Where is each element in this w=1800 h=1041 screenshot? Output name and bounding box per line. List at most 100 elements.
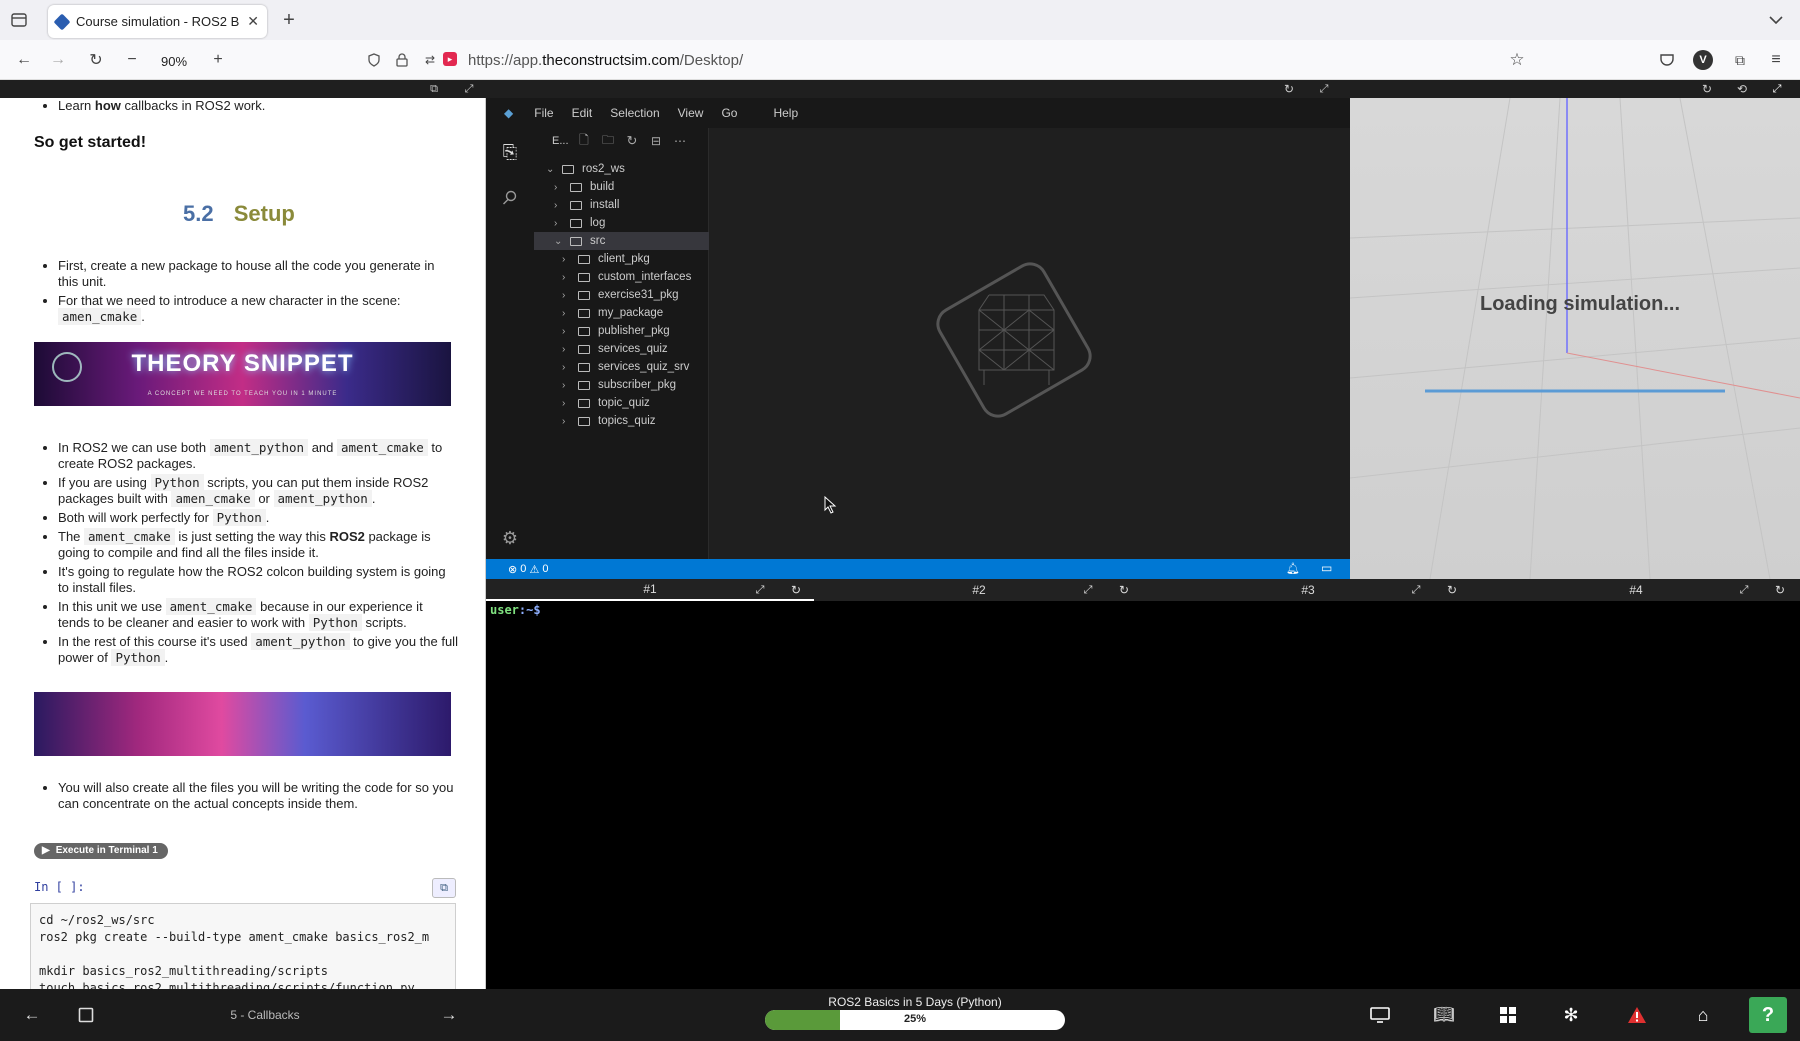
chevron-right-icon[interactable]: › (554, 218, 566, 229)
collapse-all-icon[interactable]: ⊟ (648, 133, 664, 149)
chevron-right-icon[interactable]: › (554, 200, 566, 211)
chevron-right-icon[interactable]: › (562, 416, 574, 427)
chevron-right-icon[interactable]: › (562, 344, 574, 355)
chevron-right-icon[interactable]: › (562, 254, 574, 265)
chevron-right-icon[interactable]: › (554, 182, 566, 193)
chevron-right-icon[interactable]: › (562, 362, 574, 373)
tree-folder-publisher-pkg[interactable]: › publisher_pkg (534, 322, 709, 340)
zoom-out-icon[interactable]: − (120, 48, 144, 72)
new-tab-icon[interactable]: + (277, 8, 301, 32)
pocket-icon[interactable] (1655, 48, 1679, 72)
next-unit-icon[interactable]: → (437, 1003, 461, 1027)
lock-icon[interactable] (392, 48, 412, 72)
menu-edit[interactable]: Edit (563, 106, 602, 120)
terminal-1-expand-icon[interactable]: ⤢ (752, 582, 768, 598)
menu-selection[interactable]: Selection (601, 106, 668, 120)
terminal-1[interactable]: user:~$ (486, 601, 1800, 989)
error-icon[interactable]: ⊗ (508, 563, 517, 576)
tree-folder-topics-quiz[interactable]: › topics_quiz (534, 412, 709, 430)
expand-ide-icon[interactable]: ⤢ (1317, 82, 1331, 96)
expand-simulation-icon[interactable]: ⤢ (1770, 82, 1784, 96)
zoom-level[interactable]: 90% (150, 50, 198, 72)
notifications-bell-icon[interactable]: 🔔︎ (1286, 562, 1300, 575)
warning-icon[interactable]: ⚠ (529, 563, 539, 576)
menu-help[interactable]: Help (764, 106, 807, 120)
toggle-notebook-icon[interactable] (74, 1003, 98, 1027)
ai-assistant-icon[interactable]: ✻ (1558, 1003, 1584, 1027)
warning-alert-icon[interactable] (1624, 1003, 1650, 1027)
new-file-icon[interactable]: 🗋 (576, 133, 592, 149)
tree-root-folder[interactable]: ⌄ ros2_ws (534, 160, 709, 178)
tree-folder-build[interactable]: › build (534, 178, 709, 196)
tree-folder-services-quiz[interactable]: › services_quiz (534, 340, 709, 358)
tree-folder-log[interactable]: › log (534, 214, 709, 232)
tab-list-icon[interactable] (8, 10, 30, 30)
close-tab-icon[interactable]: ✕ (247, 13, 259, 30)
chevron-right-icon[interactable]: › (562, 398, 574, 409)
open-external-icon[interactable]: ⧉ (427, 82, 441, 96)
menu-go[interactable]: Go (712, 106, 746, 120)
book-icon[interactable]: 📖︎ (1431, 1003, 1457, 1027)
tree-folder-src[interactable]: ⌄ src (534, 232, 709, 250)
terminal-2-reload-icon[interactable]: ↻ (1116, 582, 1132, 598)
explorer-files-icon[interactable]: ⎘ (498, 140, 522, 164)
reload-simulation-icon[interactable]: ↻ (1700, 82, 1714, 96)
terminal-4-reload-icon[interactable]: ↻ (1772, 582, 1788, 598)
tree-folder-exercise31-pkg[interactable]: › exercise31_pkg (534, 286, 709, 304)
reload-icon[interactable]: ↻ (84, 48, 108, 72)
copy-code-icon[interactable]: ⧉ (432, 878, 456, 898)
previous-unit-icon[interactable]: ← (20, 1003, 44, 1027)
tree-folder-client-pkg[interactable]: › client_pkg (534, 250, 709, 268)
settings-gear-icon[interactable]: ⚙ (498, 526, 522, 550)
chevron-right-icon[interactable]: › (562, 290, 574, 301)
shield-icon[interactable] (364, 48, 384, 72)
reload-ide-icon[interactable]: ↻ (1282, 82, 1296, 96)
chevron-down-icon[interactable]: ⌄ (554, 236, 566, 247)
execute-in-terminal-button[interactable]: ▶ Execute in Terminal 1 (34, 843, 168, 859)
chevron-right-icon[interactable]: › (562, 380, 574, 391)
tree-folder-services-quiz-srv[interactable]: › services_quiz_srv (534, 358, 709, 376)
layout-panel-icon[interactable]: ▭ (1321, 561, 1332, 575)
reset-simulation-icon[interactable]: ⟲ (1735, 82, 1749, 96)
tree-folder-custom-interfaces[interactable]: › custom_interfaces (534, 268, 709, 286)
home-icon[interactable]: ⌂ (1690, 1003, 1716, 1027)
refresh-explorer-icon[interactable]: ↻ (624, 133, 640, 149)
chevron-right-icon[interactable]: › (562, 326, 574, 337)
new-folder-icon[interactable]: 🗀 (600, 133, 616, 149)
code-cell[interactable]: cd ~/ros2_ws/src ros2 pkg create --build… (30, 903, 456, 989)
back-icon[interactable]: ← (12, 48, 36, 72)
account-avatar-icon[interactable]: V (1693, 50, 1713, 70)
warning-count[interactable]: 0 (542, 563, 548, 575)
chevron-right-icon[interactable]: › (562, 308, 574, 319)
terminal-1-reload-icon[interactable]: ↻ (788, 582, 804, 598)
browser-tab-active[interactable]: Course simulation - ROS2 Ba ✕ (48, 5, 267, 38)
menu-file[interactable]: File (525, 106, 562, 120)
forward-icon[interactable]: → (46, 48, 70, 72)
tree-folder-topic-quiz[interactable]: › topic_quiz (534, 394, 709, 412)
apps-grid-icon[interactable] (1495, 1003, 1521, 1027)
bookmark-star-icon[interactable]: ☆ (1505, 48, 1529, 72)
terminal-4-expand-icon[interactable]: ⤢ (1736, 582, 1752, 598)
chevron-right-icon[interactable]: › (562, 272, 574, 283)
permissions-icon[interactable]: ⇄ (420, 48, 440, 72)
search-icon[interactable] (498, 186, 522, 210)
expand-icon[interactable]: ⤢ (462, 82, 476, 96)
terminal-3-reload-icon[interactable]: ↻ (1444, 582, 1460, 598)
tree-folder-install[interactable]: › install (534, 196, 709, 214)
error-count[interactable]: 0 (520, 563, 526, 575)
extensions-puzzle-icon[interactable]: ⧉ (1728, 48, 1752, 72)
terminal-3-expand-icon[interactable]: ⤢ (1408, 582, 1424, 598)
desktop-monitor-icon[interactable] (1367, 1003, 1393, 1027)
tab-overflow-chevron-icon[interactable] (1766, 10, 1786, 30)
screen-share-icon[interactable]: ▸ (443, 52, 457, 66)
tree-folder-subscriber-pkg[interactable]: › subscriber_pkg (534, 376, 709, 394)
menu-hamburger-icon[interactable]: ≡ (1764, 48, 1788, 72)
menu-view[interactable]: View (669, 106, 713, 120)
zoom-in-icon[interactable]: + (206, 48, 230, 72)
terminal-2-expand-icon[interactable]: ⤢ (1080, 582, 1096, 598)
help-button[interactable]: ? (1749, 997, 1787, 1033)
more-actions-icon[interactable]: ⋯ (672, 133, 688, 149)
chevron-down-icon[interactable]: ⌄ (546, 164, 558, 175)
tree-folder-my-package[interactable]: › my_package (534, 304, 709, 322)
url-bar[interactable]: https://app. theconstructsim.com/Desktop/ (468, 45, 1640, 75)
